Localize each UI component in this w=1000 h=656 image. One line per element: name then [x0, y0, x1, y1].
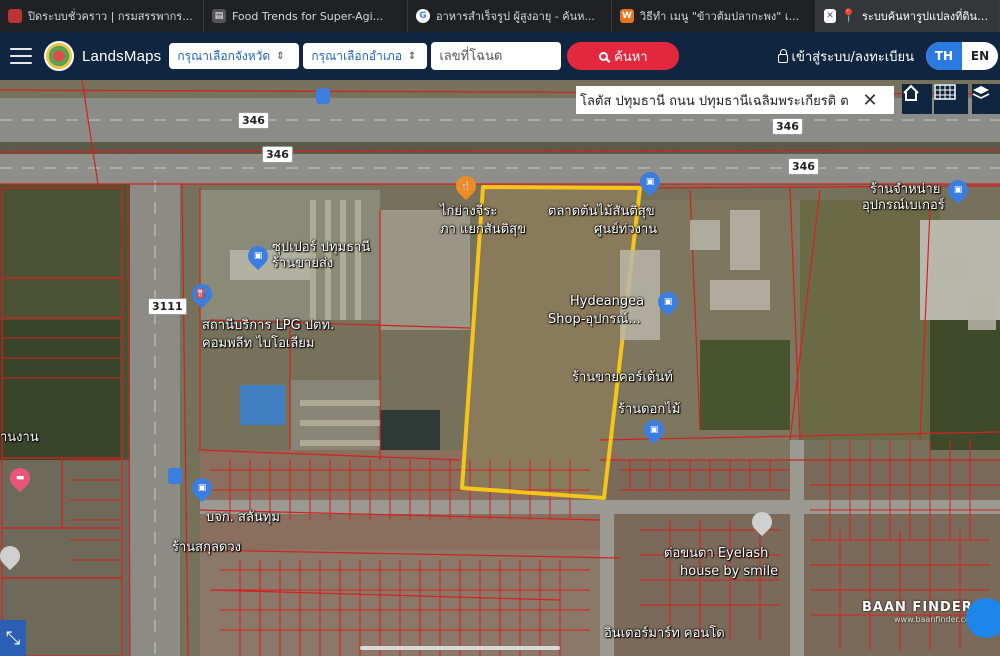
place-label[interactable]: Hydeangea — [570, 294, 644, 309]
watermark: BAAN FINDER www.baanfinder.com — [862, 600, 978, 624]
lock-icon — [777, 48, 788, 63]
corner-badge — [966, 598, 1000, 638]
lang-en-button[interactable]: EN — [962, 42, 998, 70]
place-label[interactable]: ไก่ย่างจีระ — [440, 204, 497, 219]
document-favicon-icon: ▤ — [212, 9, 226, 23]
place-label[interactable]: Shop-อุปกรณ์... — [548, 312, 641, 327]
google-favicon-icon: G — [416, 9, 430, 23]
home-icon — [903, 84, 919, 101]
place-label[interactable]: ภา แยกสันติสุข — [440, 222, 526, 237]
close-tab-icon[interactable]: ✕ — [824, 9, 836, 23]
tab-title: ปิดระบบชั่วคราว | กรมสรรพากร... — [28, 10, 193, 23]
place-label[interactable]: ร้านขายคอร์เต้นท์ — [572, 370, 673, 385]
browser-tab[interactable]: ปิดระบบชั่วคราว | กรมสรรพากร... — [0, 0, 204, 32]
road-number-badge: 346 — [238, 112, 269, 129]
watermark-text: BAAN FINDER — [862, 600, 973, 615]
tab-title: อาหารสำเร็จรูป ผู้สูงอายุ - ค้นห... — [436, 10, 595, 23]
horizontal-scrollbar[interactable] — [360, 646, 560, 650]
place-label[interactable]: อินเตอร์มาร์ท คอนโด — [604, 626, 725, 641]
road-number-badge: 346 — [788, 158, 819, 175]
bus-stop-icon[interactable] — [168, 468, 182, 484]
browser-tab-active[interactable]: ✕ 📍 ระบบค้นหารูปแปลงที่ดิน (Land... — [816, 0, 1000, 32]
place-label[interactable]: ร้านขายส่ง — [272, 256, 333, 271]
tab-title: Food Trends for Super-Agi... — [232, 9, 384, 23]
tab-title: วิธีทำ เมนู "ข้าวต้มปลากะพง" เ... — [640, 10, 800, 23]
site-favicon-icon — [8, 9, 22, 23]
browser-tab[interactable]: G อาหารสำเร็จรูป ผู้สูงอายุ - ค้นห... — [408, 0, 612, 32]
place-label[interactable]: house by smile — [680, 564, 778, 579]
home-button[interactable] — [902, 84, 932, 114]
browser-tab[interactable]: ▤ Food Trends for Super-Agi... — [204, 0, 408, 32]
place-label[interactable]: ต่อขนตา Eyelash — [664, 546, 768, 561]
map-search-input[interactable] — [576, 87, 856, 113]
map-search-box[interactable]: ✕ — [576, 86, 894, 114]
lang-th-button[interactable]: TH — [926, 42, 962, 70]
place-label[interactable]: ร้านดอกไม้ — [618, 402, 680, 417]
deed-number-input[interactable] — [431, 42, 562, 70]
search-button[interactable]: ค้นหา — [567, 42, 680, 70]
map-pin-favicon-icon: 📍 — [840, 8, 858, 24]
road-number-badge: 346 — [262, 146, 293, 163]
ruler-icon: ⤡ — [5, 627, 21, 649]
place-label[interactable]: านงาน — [0, 430, 39, 445]
grid-icon — [934, 84, 956, 100]
map-canvas — [0, 80, 1000, 656]
satellite-map[interactable]: 346 346 346 346 3111 ไก่ย่างจีระ ภา แยกส… — [0, 80, 1000, 656]
app-header: LandsMaps กรุณาเลือกจังหวัด ⇕ กรุณาเลือกอ… — [0, 32, 1000, 80]
browser-tab-bar: ปิดระบบชั่วคราว | กรมสรรพากร... ▤ Food Tr… — [0, 0, 1000, 32]
district-select[interactable]: กรุณาเลือกอำเภอ ⇕ — [303, 43, 428, 69]
province-select[interactable]: กรุณาเลือกจังหวัด ⇕ — [169, 43, 300, 69]
place-label[interactable]: ซุปเปอร์ ปทุมธานี — [272, 240, 370, 255]
layers-icon — [972, 86, 990, 99]
tab-title: ระบบค้นหารูปแปลงที่ดิน (Land... — [862, 10, 991, 23]
login-label: เข้าสู่ระบบ/ลงทะเบียน — [791, 49, 914, 65]
place-label[interactable]: ร้านสกุลดวง — [172, 540, 241, 555]
road-number-badge: 3111 — [148, 298, 187, 315]
road-number-badge: 346 — [772, 118, 803, 135]
place-label[interactable]: บจก. สลันทุม — [206, 510, 280, 525]
place-label[interactable]: ร้านจำหน่าย — [870, 182, 940, 197]
place-label[interactable]: อุปกรณ์เบเกอร์ — [862, 198, 945, 213]
place-label[interactable]: คอมพลีท ไบโอเลียม — [202, 336, 315, 351]
recipe-favicon-icon: W — [620, 9, 634, 23]
place-label[interactable]: สถานีบริการ LPG ปตท. — [202, 318, 334, 333]
grid-button[interactable] — [934, 84, 968, 114]
chevron-updown-icon: ⇕ — [408, 50, 417, 62]
province-select-value: กรุณาเลือกจังหวัด — [177, 48, 271, 63]
login-link[interactable]: เข้าสู่ระบบ/ลงทะเบียน — [777, 46, 914, 67]
layers-button[interactable] — [972, 84, 1000, 114]
search-icon — [599, 51, 609, 61]
browser-tab[interactable]: W วิธีทำ เมนู "ข้าวต้มปลากะพง" เ... — [612, 0, 816, 32]
menu-icon[interactable] — [10, 48, 32, 64]
district-select-value: กรุณาเลือกอำเภอ — [311, 48, 403, 63]
bus-stop-icon[interactable] — [316, 88, 330, 104]
brand-name: LandsMaps — [82, 47, 162, 65]
chevron-updown-icon: ⇕ — [276, 50, 285, 62]
place-label[interactable]: ตลาดต้นไม้สันติสุข — [548, 204, 655, 219]
clear-search-icon[interactable]: ✕ — [856, 90, 884, 111]
language-toggle[interactable]: TH EN — [926, 42, 998, 70]
landsmaps-logo[interactable] — [44, 41, 74, 71]
place-label[interactable]: ศูนย์ท่วงาน — [594, 222, 657, 237]
measure-tool-button[interactable]: ⤡ — [0, 620, 26, 656]
search-button-label: ค้นหา — [614, 49, 648, 65]
